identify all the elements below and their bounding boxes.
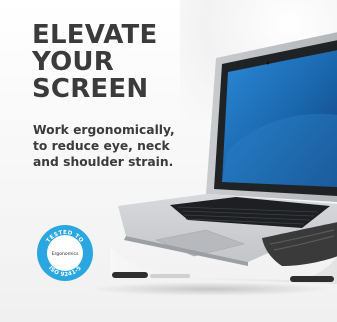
benefit-line-3: and shoulder strain. [33,155,174,169]
badge-center-text: Ergonomics [52,251,79,257]
headline-line-2: YOUR [32,47,114,77]
laptop-screen [206,32,337,202]
benefit-text: Work ergonomically, to reduce eye, neck … [33,122,175,170]
headline: ELEVATE YOUR SCREEN [32,22,157,103]
benefit-line-1: Work ergonomically, [33,123,175,137]
product-ad: ELEVATE YOUR SCREEN Work ergonomically, … [0,0,337,322]
iso-certification-badge: TESTED TO Ergonomics ISO 9241-5 [37,225,93,281]
headline-line-1: ELEVATE [32,20,158,50]
headline-line-3: SCREEN [32,74,149,104]
benefit-line-2: to reduce eye, neck [33,139,170,153]
